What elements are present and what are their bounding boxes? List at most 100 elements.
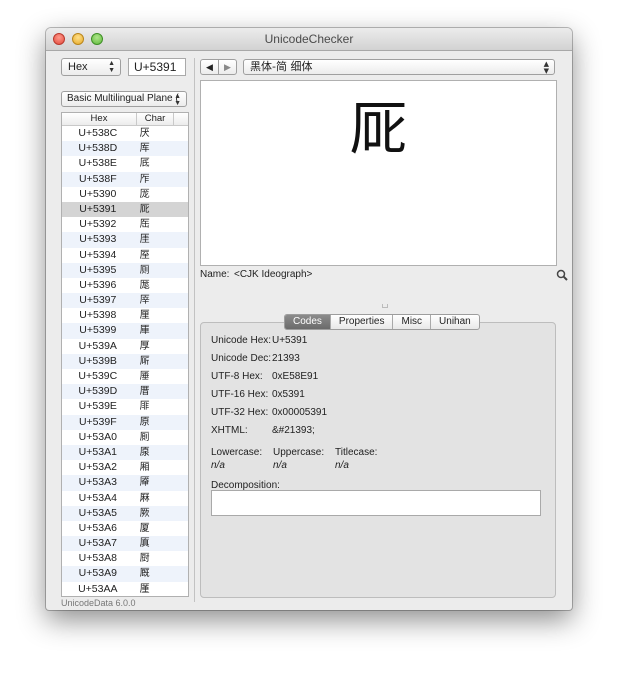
table-row[interactable]: U+539C 厜 [62,369,188,384]
row-char: 厒 [139,219,150,231]
forward-arrow-icon[interactable]: ▶ [219,60,236,74]
row-hex: U+53A6 [78,521,117,534]
table-row[interactable]: U+53A6 厦 [62,521,188,536]
table-row[interactable]: U+5394 厔 [62,248,188,263]
block-select-value: Basic Multilingual Plane ( [67,93,179,104]
row-char: 厪 [139,583,150,595]
table-row[interactable]: U+53A3 厣 [62,475,188,491]
character-table[interactable]: Hex Char U+538C 厌 U+538D 厍 U+538E 厎 U+538F 厏 U+5… [61,112,189,597]
row-char: 厠 [139,431,150,443]
decomposition-field[interactable] [211,490,541,516]
table-row[interactable]: U+53A5 厥 [62,505,188,521]
table-row[interactable]: U+53AA 厪 [62,582,188,596]
row-hex: U+53A7 [78,537,117,550]
format-select-value: Hex [68,61,88,73]
block-select[interactable]: Basic Multilingual Plane ( ▲ ▼ [61,91,187,107]
row-hex: U+53A8 [78,552,117,565]
row-char: 厝 [139,386,150,398]
row-char: 厜 [139,371,150,382]
updown-arrows-icon: ▲ ▼ [174,93,181,107]
table-row[interactable]: U+53A2 厢 [62,460,188,475]
utf16-label: UTF-16 Hex: [211,389,269,400]
column-header-hex[interactable]: Hex [62,113,137,125]
row-char: 原 [139,416,150,428]
column-header-char[interactable]: Char [137,113,174,125]
font-select[interactable]: 黑体-简 细体 ▲ ▼ [243,59,555,75]
unicode-hex-value[interactable]: U+5391 [272,335,307,346]
splitter-handle[interactable] [382,304,388,308]
split-divider[interactable] [194,58,195,602]
table-row[interactable]: U+5392 厒 [62,217,188,232]
row-char: 厛 [139,355,150,367]
table-row[interactable]: U+538D 厍 [62,141,188,157]
table-row[interactable]: U+539D 厝 [62,384,188,400]
table-row[interactable]: U+53A4 厤 [62,491,188,506]
utf32-label: UTF-32 Hex: [211,407,269,418]
table-row[interactable]: U+539F 原 [62,414,188,430]
row-char: 厗 [139,295,150,307]
tab-properties[interactable]: Properties [331,315,394,329]
magnifier-icon[interactable] [556,269,568,281]
lowercase-label: Lowercase: [211,447,263,458]
table-row[interactable]: U+5396 厖 [62,278,188,293]
table-row[interactable]: U+5390 厐 [62,187,188,202]
utf32-value[interactable]: 0x00005391 [272,407,327,418]
unicode-dec-value[interactable]: 21393 [272,353,300,364]
row-hex: U+53A0 [78,430,117,443]
table-row[interactable]: U+539A 厚 [62,339,188,354]
row-hex: U+53A9 [78,567,117,580]
table-row[interactable]: U+53A1 厡 [62,444,188,461]
row-hex: U+538D [78,142,118,155]
row-char: 厐 [139,188,150,200]
row-hex: U+53A1 [78,445,117,458]
table-row[interactable]: U+5391 厑 [62,201,188,218]
lowercase-value[interactable]: n/a [211,460,225,471]
back-arrow-icon[interactable]: ◀ [201,60,219,74]
utf16-value[interactable]: 0x5391 [272,389,305,400]
row-char: 厙 [139,325,150,337]
code-point-field[interactable]: U+5391 [128,58,186,76]
table-row[interactable]: U+538F 厏 [62,171,188,187]
tab-codes[interactable]: Codes [285,315,331,329]
title-bar[interactable]: UnicodeChecker [46,28,572,51]
row-char: 厑 [139,203,150,215]
table-row[interactable]: U+5393 厓 [62,232,188,248]
table-row[interactable]: U+53A9 厩 [62,566,188,582]
table-row[interactable]: U+5395 厕 [62,262,188,278]
table-row[interactable]: U+5398 厘 [62,308,188,323]
uppercase-value[interactable]: n/a [273,460,287,471]
unicodechecker-window: UnicodeChecker Hex ▲ ▼ U+5391 Basic Multi… [46,28,572,610]
table-row[interactable]: U+5397 厗 [62,293,188,309]
unicodedata-version: UnicodeData 6.0.0 [61,598,136,608]
row-char: 厡 [139,446,150,458]
table-row[interactable]: U+5399 厙 [62,323,188,339]
row-char: 厥 [139,507,150,519]
row-char: 厚 [139,340,150,352]
row-hex: U+538F [78,172,117,185]
row-hex: U+53A2 [78,461,117,474]
utf8-value[interactable]: 0xE58E91 [272,371,318,382]
table-row[interactable]: U+53A8 厨 [62,551,188,566]
row-hex: U+539D [78,385,118,398]
uppercase-label: Uppercase: [273,447,325,458]
updown-arrows-icon: ▲ ▼ [108,60,115,74]
format-select[interactable]: Hex ▲ ▼ [61,58,121,76]
unicode-dec-label: Unicode Dec: [211,353,272,364]
row-hex: U+5399 [79,324,117,337]
titlecase-value[interactable]: n/a [335,460,349,471]
table-row[interactable]: U+53A7 厧 [62,536,188,552]
window-title: UnicodeChecker [264,32,354,46]
tab-misc[interactable]: Misc [393,315,432,329]
row-hex: U+539E [78,400,117,413]
preview-character: 厑 [349,95,408,163]
table-row[interactable]: U+53A0 厠 [62,430,188,445]
tab-unihan[interactable]: Unihan [431,315,479,329]
table-row[interactable]: U+538C 厌 [62,126,188,141]
table-row[interactable]: U+539B 厛 [62,353,188,369]
row-hex: U+539B [78,354,117,367]
table-row[interactable]: U+539E 厞 [62,399,188,414]
inspector-tabs: Codes Properties Misc Unihan [284,314,480,330]
xhtml-value[interactable]: &#21393; [272,425,315,436]
row-char: 厘 [139,310,150,322]
table-row[interactable]: U+538E 厎 [62,156,188,171]
